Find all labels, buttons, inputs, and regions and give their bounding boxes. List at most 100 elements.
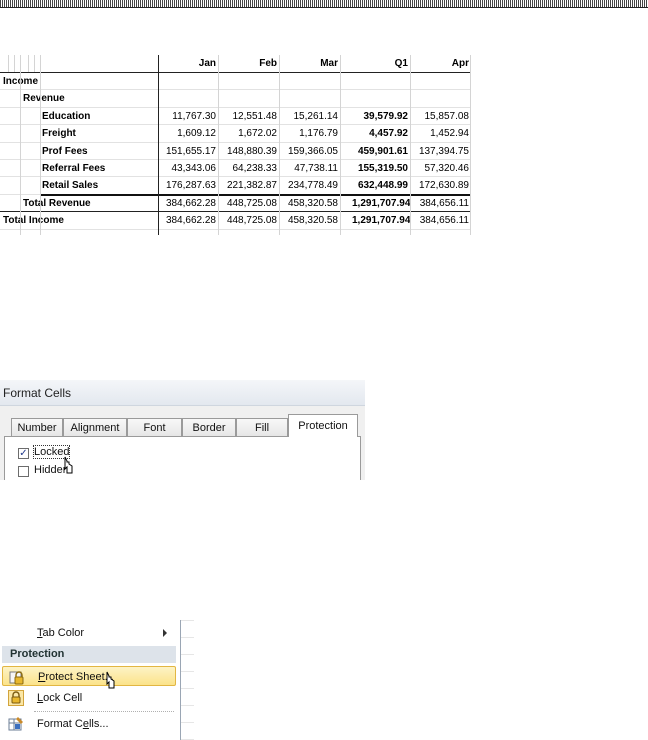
value-cell[interactable] [413, 73, 469, 90]
col-header-feb[interactable]: Feb [221, 55, 277, 72]
value-cell[interactable] [352, 73, 408, 90]
column-gridline [279, 55, 280, 235]
value-cell[interactable]: 39,579.92 [352, 108, 409, 125]
row-label[interactable]: Prof Fees [42, 143, 88, 160]
value-cell[interactable]: 15,261.14 [282, 108, 339, 125]
value-cell[interactable]: 384,656.11 [413, 212, 469, 229]
hidden-checkbox[interactable] [18, 466, 29, 477]
value-cell[interactable]: 43,343.06 [160, 160, 217, 177]
col-header-apr[interactable]: Apr [413, 55, 469, 72]
dialog-body: Number Alignment Font Border Fill Protec… [0, 406, 365, 480]
value-cell[interactable] [160, 73, 216, 90]
value-cell[interactable] [160, 90, 216, 107]
row-label[interactable]: Retail Sales [42, 177, 98, 194]
col-header-q1[interactable]: Q1 [352, 55, 408, 72]
row-gridline [0, 176, 471, 178]
value-cell[interactable]: 12,551.48 [221, 108, 278, 125]
menu-item-protect-sheet[interactable]: Protect Sheet... [2, 666, 176, 689]
chevron-right-icon [163, 629, 167, 637]
value-cell[interactable]: 11,767.30 [160, 108, 216, 125]
row-gridline [0, 89, 471, 91]
value-cell[interactable] [413, 90, 469, 107]
row-gridline [0, 141, 471, 143]
value-cell[interactable]: 221,382.87 [221, 177, 277, 194]
row-gridline [0, 228, 471, 230]
value-cell[interactable]: 4,457.92 [352, 125, 408, 142]
value-cell[interactable]: 1,452.94 [413, 125, 469, 142]
table-row: Education 11,767.30 12,551.48 15,261.14 39,5… [0, 108, 471, 125]
value-cell[interactable]: 172,630.89 [413, 177, 469, 194]
menu-item-format-cells[interactable]: Format Cells... [2, 714, 176, 734]
value-cell[interactable]: 148,880.39 [221, 143, 277, 160]
menu-item-tab-color[interactable]: Tab Color [2, 623, 176, 643]
row-label[interactable]: Total Revenue [23, 195, 91, 212]
value-cell[interactable]: 1,609.12 [160, 125, 216, 142]
value-cell[interactable]: 384,662.28 [160, 195, 216, 212]
value-cell[interactable]: 47,738.11 [282, 160, 338, 177]
header-divider [0, 72, 471, 73]
col-header-mar[interactable]: Mar [282, 55, 338, 72]
value-cell[interactable] [282, 73, 338, 90]
value-cell[interactable] [221, 73, 277, 90]
tab-font[interactable]: Font [127, 418, 182, 436]
label-gridline [40, 55, 41, 235]
row-label[interactable]: Referral Fees [42, 160, 105, 177]
tab-fill[interactable]: Fill [236, 418, 288, 436]
tab-number[interactable]: Number [11, 418, 63, 436]
format-cells-label: Format Cells... [37, 718, 109, 730]
tab-border[interactable]: Border [182, 418, 236, 436]
menu-separator [34, 711, 174, 712]
tab-protection[interactable]: Protection [288, 414, 358, 437]
label-gridline [8, 55, 9, 72]
value-cell[interactable]: 159,366.05 [282, 143, 338, 160]
row-label[interactable]: Freight [42, 125, 76, 142]
value-cell[interactable]: 1,672.02 [221, 125, 277, 142]
value-cell[interactable] [352, 90, 408, 107]
value-cell[interactable]: 448,725.08 [221, 212, 277, 229]
table-row: Income [0, 73, 471, 90]
table-row: Retail Sales 176,287.63 221,382.87 234,778.… [0, 177, 471, 194]
value-cell[interactable]: 15,857.08 [413, 108, 470, 125]
row-label[interactable]: Revenue [23, 90, 65, 107]
value-cell[interactable]: 151,655.17 [160, 143, 216, 160]
subtotal-rule [40, 193, 471, 196]
value-cell[interactable]: 137,394.75 [413, 143, 469, 160]
menu-item-lock-cell[interactable]: Lock Cell [2, 688, 176, 708]
value-cell[interactable]: 448,725.08 [221, 195, 277, 212]
column-gridline [410, 55, 411, 235]
value-cell[interactable]: 384,662.28 [160, 212, 216, 229]
column-gridline [340, 55, 341, 235]
tab-alignment[interactable]: Alignment [63, 418, 127, 436]
value-cell[interactable]: 155,319.50 [352, 160, 408, 177]
value-cell[interactable]: 1,291,707.94 [352, 195, 410, 212]
sheet-grid-behind-menu [180, 620, 194, 740]
lock-cell-label: Lock Cell [37, 692, 83, 704]
col-header-jan[interactable]: Jan [160, 55, 216, 72]
mouse-pointer-icon [64, 456, 73, 474]
table-row: Revenue [0, 90, 471, 107]
value-cell[interactable]: 1,291,707.94 [352, 212, 410, 229]
value-cell[interactable]: 459,901.61 [352, 143, 408, 160]
value-cell[interactable]: 384,656.11 [413, 195, 469, 212]
value-cell[interactable] [282, 90, 338, 107]
value-cell[interactable]: 234,778.49 [282, 177, 338, 194]
value-cell[interactable]: 64,238.33 [221, 160, 278, 177]
value-cell[interactable] [221, 90, 277, 107]
value-cell[interactable]: 176,287.63 [160, 177, 216, 194]
row-label[interactable]: Total Income [3, 212, 64, 229]
page-top-border [0, 0, 648, 8]
value-cell[interactable]: 458,320.58 [282, 195, 338, 212]
lock-sheet-icon [9, 671, 24, 685]
row-label[interactable]: Education [42, 108, 90, 125]
padlock-icon [8, 690, 24, 706]
total-rule [0, 211, 471, 213]
locked-checkbox[interactable]: ✓ [18, 448, 29, 459]
value-cell[interactable]: 458,320.58 [282, 212, 338, 229]
table-row: Prof Fees 151,655.17 148,880.39 159,366.05 4… [0, 143, 471, 160]
column-gridline [470, 55, 471, 235]
table-row: Freight 1,609.12 1,672.02 1,176.79 4,457.92 1… [0, 125, 471, 142]
value-cell[interactable]: 57,320.46 [413, 160, 470, 177]
label-gridline [14, 55, 15, 72]
value-cell[interactable]: 1,176.79 [282, 125, 338, 142]
value-cell[interactable]: 632,448.99 [352, 177, 408, 194]
